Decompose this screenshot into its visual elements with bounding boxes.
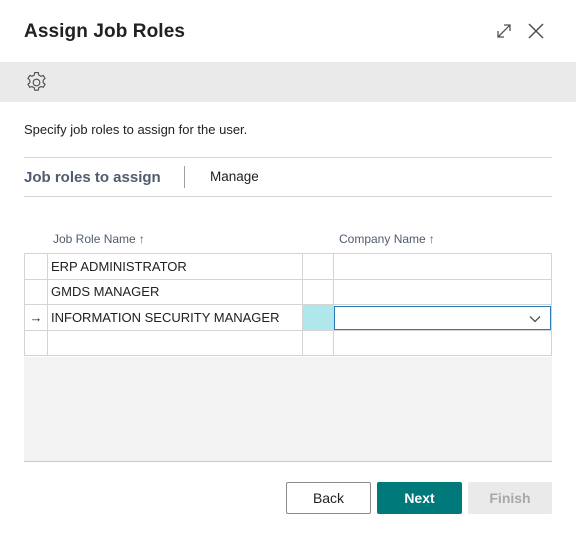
assign-job-roles-dialog: Assign Job Roles Specify job roles to as… [0, 0, 576, 536]
job-role-name-cell[interactable]: GMDS MANAGER [48, 279, 303, 304]
job-role-name-cell[interactable] [48, 330, 303, 355]
table-row[interactable]: → INFORMATION SECURITY MANAGER [24, 305, 552, 331]
close-icon [528, 23, 544, 39]
manage-menu[interactable]: Manage [210, 169, 259, 184]
active-spacer-cell [303, 305, 334, 330]
company-name-cell[interactable] [334, 330, 552, 355]
gear-icon[interactable] [24, 70, 49, 95]
divider [24, 196, 552, 197]
finish-button: Finish [468, 482, 552, 514]
job-role-name-cell[interactable]: INFORMATION SECURITY MANAGER [48, 305, 303, 330]
grid-header: Job Role Name ↑ Company Name ↑ [24, 226, 552, 254]
arrow-right-icon[interactable]: → [24, 305, 48, 330]
column-header-company-name[interactable]: Company Name ↑ [339, 232, 435, 246]
grid-rows: ERP ADMINISTRATOR GMDS MANAGER → INFORMA… [24, 254, 552, 356]
company-name-cell[interactable] [334, 254, 552, 279]
next-button[interactable]: Next [377, 482, 462, 514]
arrow-up-icon: ↑ [138, 232, 145, 246]
arrow-up-icon: ↑ [428, 232, 435, 246]
row-indicator[interactable] [24, 330, 48, 355]
spacer-cell [303, 254, 334, 279]
part-title[interactable]: Job roles to assign [24, 169, 161, 186]
column-header-label: Job Role Name [53, 232, 136, 246]
column-header-job-role-name[interactable]: Job Role Name ↑ [53, 232, 145, 246]
column-header-label: Company Name [339, 232, 426, 246]
table-row[interactable]: ERP ADMINISTRATOR [24, 254, 552, 280]
company-name-select[interactable] [334, 306, 551, 330]
action-toolbar [0, 62, 576, 102]
divider [24, 157, 552, 158]
expand-icon [497, 24, 511, 38]
chevron-down-icon [529, 316, 541, 323]
table-row[interactable] [24, 330, 552, 356]
row-indicator[interactable] [24, 254, 48, 279]
back-button[interactable]: Back [286, 482, 371, 514]
part-header: Job roles to assign Manage [24, 159, 552, 195]
expand-button[interactable] [493, 20, 515, 42]
job-roles-grid: Job Role Name ↑ Company Name ↑ ERP ADMIN… [24, 226, 552, 463]
part-separator [184, 166, 185, 188]
table-row[interactable]: GMDS MANAGER [24, 279, 552, 305]
grid-empty-area [24, 357, 552, 462]
company-name-cell[interactable] [334, 279, 552, 304]
job-role-name-cell[interactable]: ERP ADMINISTRATOR [48, 254, 303, 279]
spacer-cell [303, 279, 334, 304]
dialog-title: Assign Job Roles [24, 21, 186, 42]
instruction-text: Specify job roles to assign for the user… [24, 122, 248, 137]
close-button[interactable] [525, 20, 547, 42]
row-indicator[interactable] [24, 279, 48, 304]
spacer-cell [303, 330, 334, 355]
